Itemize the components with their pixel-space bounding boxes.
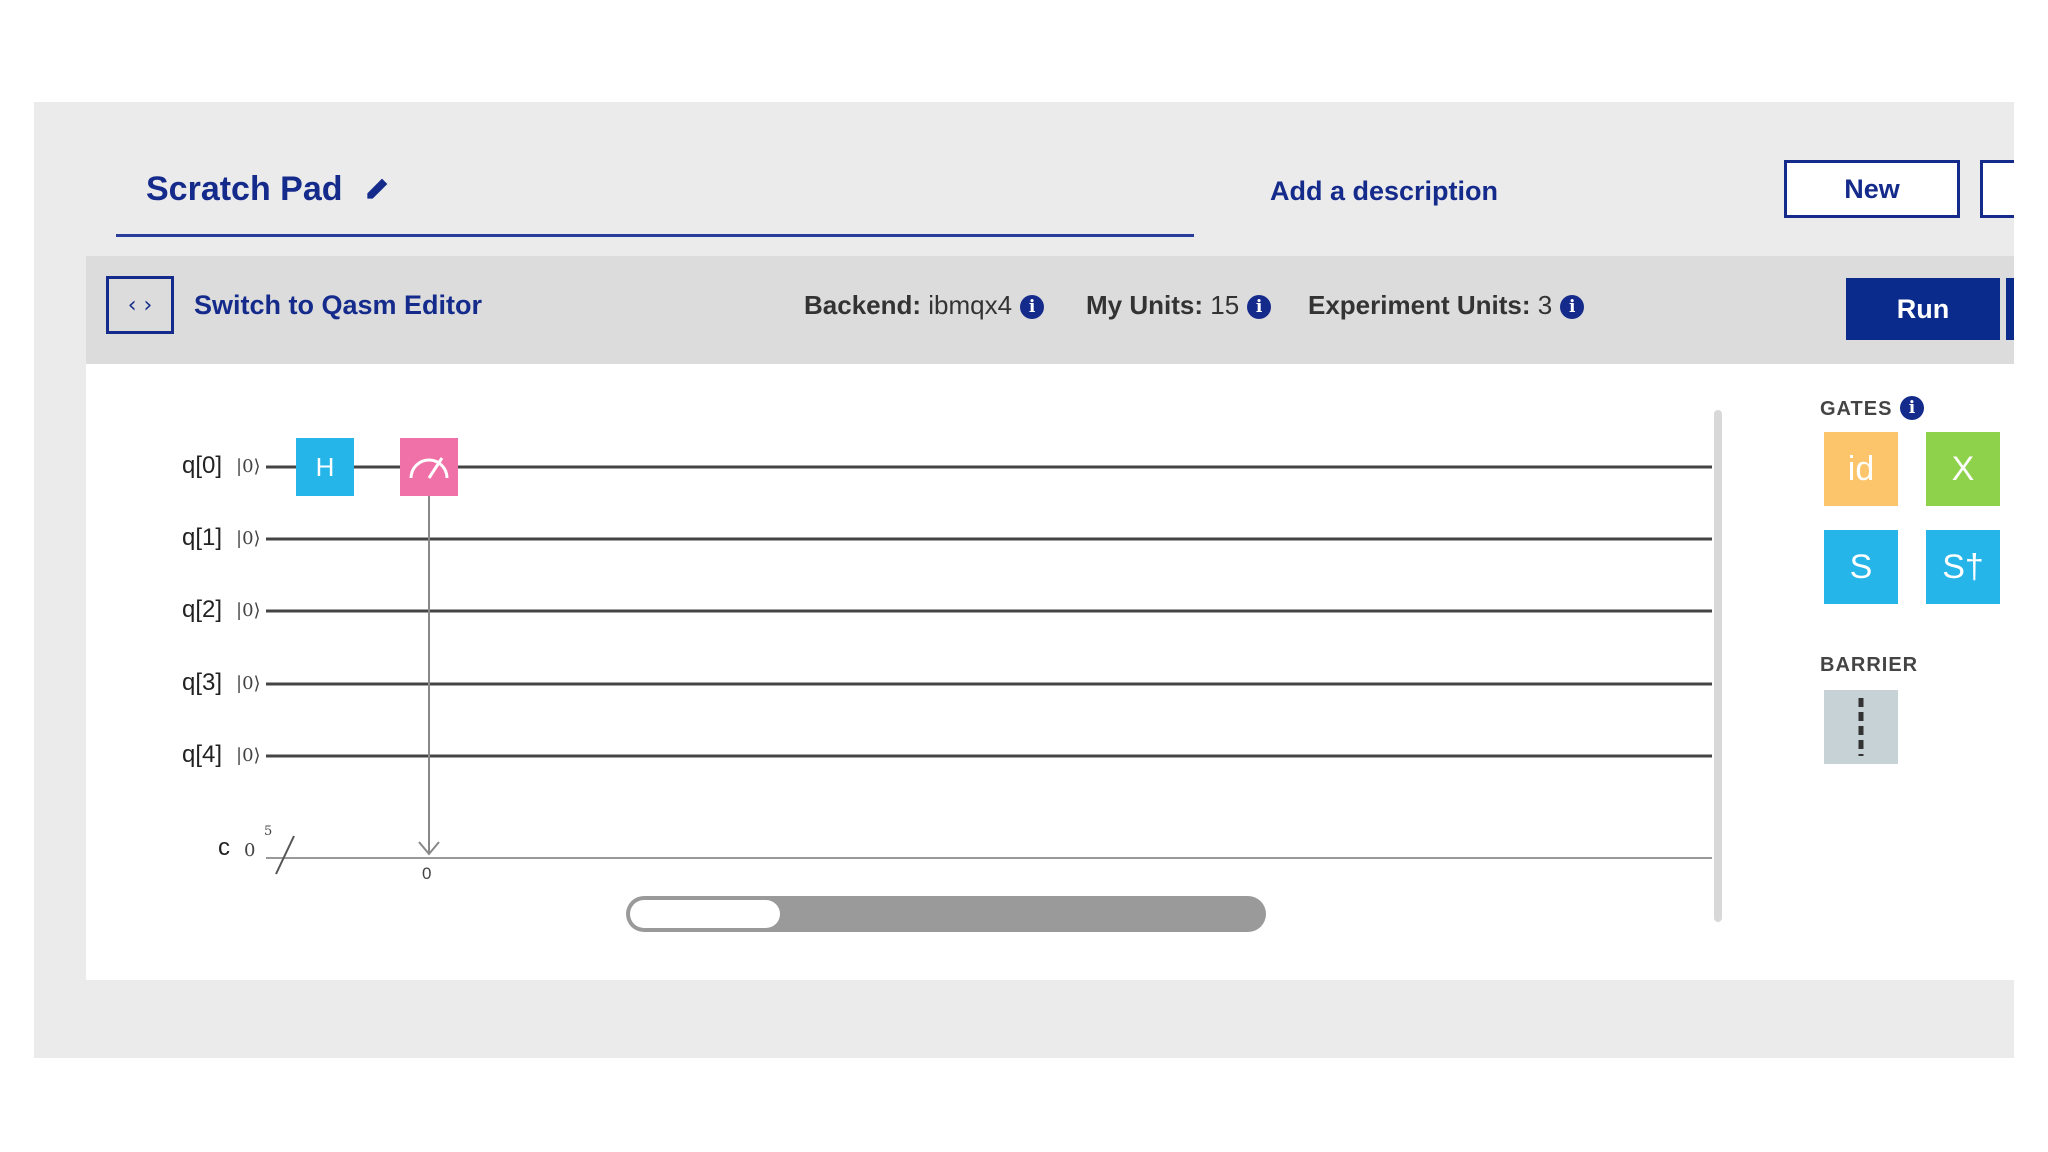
code-toggle-button[interactable]: ‹ › [106,276,174,334]
edit-pencil-icon[interactable] [362,172,394,204]
toolbar: ‹ › Switch to Qasm Editor Backend: ibmqx… [86,256,2014,364]
next-header-button[interactable] [1980,160,2014,218]
experiment-units-label: Experiment Units: [1308,290,1531,320]
palette-gate-s[interactable]: S [1824,530,1898,604]
my-units-info-icon[interactable]: i [1247,295,1272,319]
experiment-units-stat: Experiment Units: 3i [1308,290,1585,321]
new-button[interactable]: New [1784,160,1960,218]
qubit-init-0: |0⟩ [236,456,261,477]
qubit-label-0: q[0] [182,452,223,479]
hadamard-gate[interactable]: H [296,438,354,496]
horizontal-scroll-thumb[interactable] [630,900,780,928]
barrier-title: BARRIER [1820,654,1919,676]
experiment-units-info-icon[interactable]: i [1560,295,1585,319]
switch-qasm-editor-link[interactable]: Switch to Qasm Editor [194,290,482,321]
title-underline [116,234,1194,237]
circuit-workspace: q[0] |0⟩ q[1] |0⟩ q[2] |0⟩ q[3] |0⟩ q[4]… [86,364,2014,980]
qubit-label-1: q[1] [182,524,223,551]
gates-info-icon[interactable]: i [1900,396,1925,420]
vertical-scrollbar[interactable] [1714,410,1722,922]
experiment-units-value: 3 [1537,290,1553,320]
add-description-link[interactable]: Add a description [1270,176,1498,207]
backend-info-icon[interactable]: i [1020,295,1045,319]
qubit-label-4: q[4] [182,741,223,768]
classical-width: 5 [264,824,273,839]
gates-title-text: GATES [1820,398,1893,420]
palette-gate-id[interactable]: id [1824,432,1898,506]
palette-gate-x[interactable]: X [1926,432,2000,506]
qubit-init-1: |0⟩ [236,528,261,549]
measure-bit-label: 0 [422,864,432,883]
qubit-init-2: |0⟩ [236,600,261,621]
page-title[interactable]: Scratch Pad [146,170,343,209]
meter-icon [409,457,449,479]
qubit-label-2: q[2] [182,596,223,623]
barrier-icon [1858,698,1864,756]
backend-stat: Backend: ibmqx4 i [804,290,1045,321]
my-units-label: My Units: [1086,290,1203,320]
classical-label: c [218,834,230,861]
bus-slash-icon [275,835,295,875]
qubit-label-3: q[3] [182,669,223,696]
qubit-init-3: |0⟩ [236,673,261,694]
palette-gate-sdg[interactable]: S† [1926,530,2000,604]
qubit-init-4: |0⟩ [236,745,261,766]
backend-value: ibmqx4 [928,290,1013,320]
gates-title: GATES i [1820,396,1925,421]
classical-init: 0 [244,840,256,861]
run-button[interactable]: Run [1846,278,2000,340]
composer-window: Scratch Pad Add a description New ‹ › Sw… [34,102,2014,1058]
run-options-button[interactable] [2006,278,2014,340]
measure-gate[interactable] [400,438,458,496]
my-units-value: 15 [1210,290,1240,320]
palette-barrier[interactable] [1824,690,1898,764]
my-units-stat: My Units: 15 i [1086,290,1272,321]
backend-label: Backend: [804,290,922,320]
